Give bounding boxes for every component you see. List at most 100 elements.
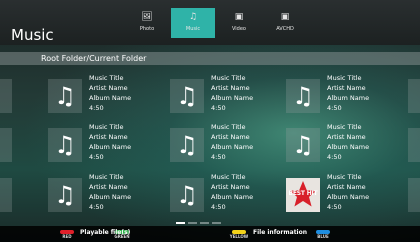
music-grid-item[interactable]: ♫ Music Title Artist Name Album Name 4:5… bbox=[286, 73, 408, 121]
album-name: Album Name bbox=[327, 193, 370, 201]
track-duration: 4:50 bbox=[327, 104, 342, 112]
yellow-key-label: YELLOW bbox=[229, 234, 249, 239]
music-note-icon: ♫ bbox=[292, 131, 314, 159]
artist-name: Artist Name bbox=[211, 133, 250, 141]
track-duration: 4:50 bbox=[211, 203, 226, 211]
album-art: ♫ bbox=[286, 128, 320, 162]
track-title: Music Title bbox=[89, 74, 124, 82]
previous-column-tile[interactable] bbox=[0, 128, 12, 162]
track-title: Music Title bbox=[211, 123, 246, 131]
track-duration: 4:50 bbox=[327, 203, 342, 211]
previous-column-tile[interactable] bbox=[0, 79, 12, 113]
next-column-tile[interactable] bbox=[408, 128, 420, 162]
tab-label: Video bbox=[231, 26, 246, 32]
tab-avchd[interactable]: ▣ AVCHD bbox=[263, 8, 307, 38]
artist-name: Artist Name bbox=[327, 133, 366, 141]
track-title: Music Title bbox=[327, 74, 362, 82]
page-dot bbox=[200, 222, 209, 224]
artist-name: Artist Name bbox=[327, 183, 366, 191]
artist-name: Artist Name bbox=[211, 84, 250, 92]
red-key-label: RED bbox=[62, 234, 72, 239]
album-art: ♫ bbox=[170, 178, 204, 212]
tab-music[interactable]: ♫ Music bbox=[171, 8, 215, 38]
tab-label: AVCHD bbox=[276, 26, 294, 32]
music-grid-item[interactable]: ♫ Music Title Artist Name Album Name 4:5… bbox=[170, 172, 292, 220]
track-info: Music Title Artist Name Album Name 4:50 bbox=[327, 122, 407, 162]
page-dot-active bbox=[176, 222, 185, 224]
music-grid-item[interactable]: ♫ Music Title Artist Name Album Name 4:5… bbox=[48, 172, 170, 220]
album-art: ♫ bbox=[286, 79, 320, 113]
tab-photo[interactable]: 🖼 Photo bbox=[125, 8, 169, 38]
album-name: Album Name bbox=[211, 193, 254, 201]
track-info: Music Title Artist Name Album Name 4:50 bbox=[327, 73, 407, 113]
artist-name: Artist Name bbox=[89, 183, 128, 191]
music-grid-item[interactable]: ♫ Music Title Artist Name Album Name 4:5… bbox=[170, 73, 292, 121]
music-note-icon: ♫ bbox=[54, 82, 76, 110]
page-dot bbox=[212, 222, 221, 224]
album-name: Album Name bbox=[211, 94, 254, 102]
playable-files-hint: Playable file(s) bbox=[80, 229, 131, 236]
album-name: Album Name bbox=[327, 143, 370, 151]
track-duration: 4:50 bbox=[89, 104, 104, 112]
music-grid-item[interactable]: ♫ Music Title Artist Name Album Name 4:5… bbox=[48, 73, 170, 121]
media-type-tabs: 🖼 Photo ♫ Music ▣ Video ▣ AVCHD bbox=[125, 8, 309, 38]
album-art-text: BEST HIT bbox=[288, 190, 318, 197]
music-note-icon: ♫ bbox=[176, 82, 198, 110]
next-column-tile[interactable] bbox=[408, 178, 420, 212]
track-duration: 4:50 bbox=[327, 153, 342, 161]
best-hit-album-art: BEST HIT bbox=[286, 178, 320, 212]
album-name: Album Name bbox=[211, 143, 254, 151]
track-title: Music Title bbox=[327, 173, 362, 181]
album-art: ♫ bbox=[48, 128, 82, 162]
album-art: ♫ bbox=[170, 79, 204, 113]
track-duration: 4:50 bbox=[89, 153, 104, 161]
tab-label: Music bbox=[185, 26, 201, 32]
breadcrumb: Root Folder/Current Folder bbox=[0, 52, 420, 65]
track-info: Music Title Artist Name Album Name 4:50 bbox=[211, 172, 291, 212]
music-note-icon: ♫ bbox=[292, 82, 314, 110]
track-info: Music Title Artist Name Album Name 4:50 bbox=[327, 172, 407, 212]
track-info: Music Title Artist Name Album Name 4:50 bbox=[89, 172, 169, 212]
tab-video[interactable]: ▣ Video bbox=[217, 8, 261, 38]
track-duration: 4:50 bbox=[89, 203, 104, 211]
artist-name: Artist Name bbox=[89, 133, 128, 141]
track-duration: 4:50 bbox=[211, 104, 226, 112]
blue-key-label: BLUE bbox=[317, 234, 329, 239]
album-name: Album Name bbox=[89, 193, 132, 201]
album-art: ♫ bbox=[48, 79, 82, 113]
music-grid-item[interactable]: ♫ Music Title Artist Name Album Name 4:5… bbox=[48, 122, 170, 170]
music-note-icon: ♫ bbox=[176, 181, 198, 209]
album-art: ♫ bbox=[48, 178, 82, 212]
track-info: Music Title Artist Name Album Name 4:50 bbox=[89, 73, 169, 113]
red-key[interactable]: RED bbox=[60, 227, 74, 241]
track-title: Music Title bbox=[89, 173, 124, 181]
music-grid-item-selected[interactable]: BEST HIT Music Title Artist Name Album N… bbox=[286, 172, 408, 220]
music-grid-item[interactable]: ♫ Music Title Artist Name Album Name 4:5… bbox=[286, 122, 408, 170]
file-information-hint: File information bbox=[253, 229, 308, 236]
page-dot bbox=[188, 222, 197, 224]
music-note-icon: ♫ bbox=[54, 131, 76, 159]
avchd-icon: ▣ bbox=[280, 12, 290, 22]
media-player-screen: Music 🖼 Photo ♫ Music ▣ Video ▣ AVCHD Ro… bbox=[0, 0, 420, 242]
album-name: Album Name bbox=[89, 143, 132, 151]
color-key-bar: RED GREEN Playable file(s) YELLOW File i… bbox=[0, 226, 420, 242]
page-indicator bbox=[176, 222, 224, 224]
track-info: Music Title Artist Name Album Name 4:50 bbox=[89, 122, 169, 162]
video-icon: ▣ bbox=[234, 12, 244, 22]
track-title: Music Title bbox=[211, 173, 246, 181]
artist-name: Artist Name bbox=[327, 84, 366, 92]
blue-key[interactable]: BLUE bbox=[316, 227, 330, 241]
photo-icon: 🖼 bbox=[141, 12, 153, 22]
album-art: ♫ bbox=[170, 128, 204, 162]
album-name: Album Name bbox=[89, 94, 132, 102]
artist-name: Artist Name bbox=[211, 183, 250, 191]
next-column-tile[interactable] bbox=[408, 79, 420, 113]
breadcrumb-path: Root Folder/Current Folder bbox=[41, 54, 147, 63]
artist-name: Artist Name bbox=[89, 84, 128, 92]
music-grid-item[interactable]: ♫ Music Title Artist Name Album Name 4:5… bbox=[170, 122, 292, 170]
music-note-icon: ♫ bbox=[188, 12, 198, 22]
previous-column-tile[interactable] bbox=[0, 178, 12, 212]
tab-label: Photo bbox=[139, 26, 155, 32]
music-note-icon: ♫ bbox=[176, 131, 198, 159]
yellow-key[interactable]: YELLOW bbox=[230, 227, 248, 241]
